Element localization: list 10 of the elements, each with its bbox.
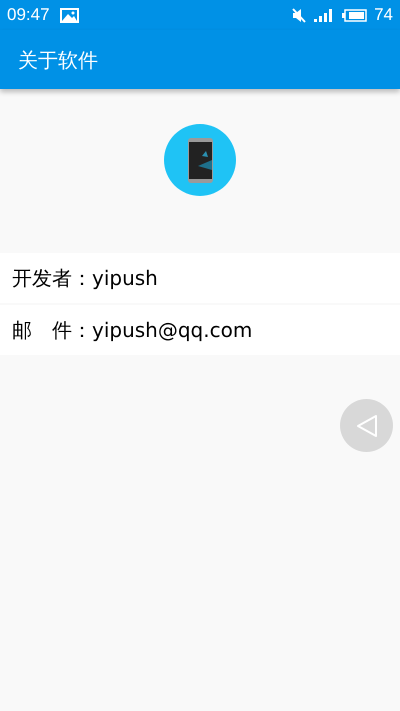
image-icon	[60, 8, 79, 22]
battery-level: 74	[374, 4, 393, 26]
back-icon	[356, 414, 378, 438]
info-text: 开发者：yipush	[12, 265, 158, 292]
app-logo-icon	[164, 124, 236, 196]
info-text: 邮 件：yipush@qq.com	[12, 317, 252, 344]
status-time: 09:47	[7, 4, 50, 26]
battery-icon	[342, 8, 368, 22]
app-title: 关于软件	[18, 46, 98, 74]
mute-icon	[292, 8, 306, 22]
